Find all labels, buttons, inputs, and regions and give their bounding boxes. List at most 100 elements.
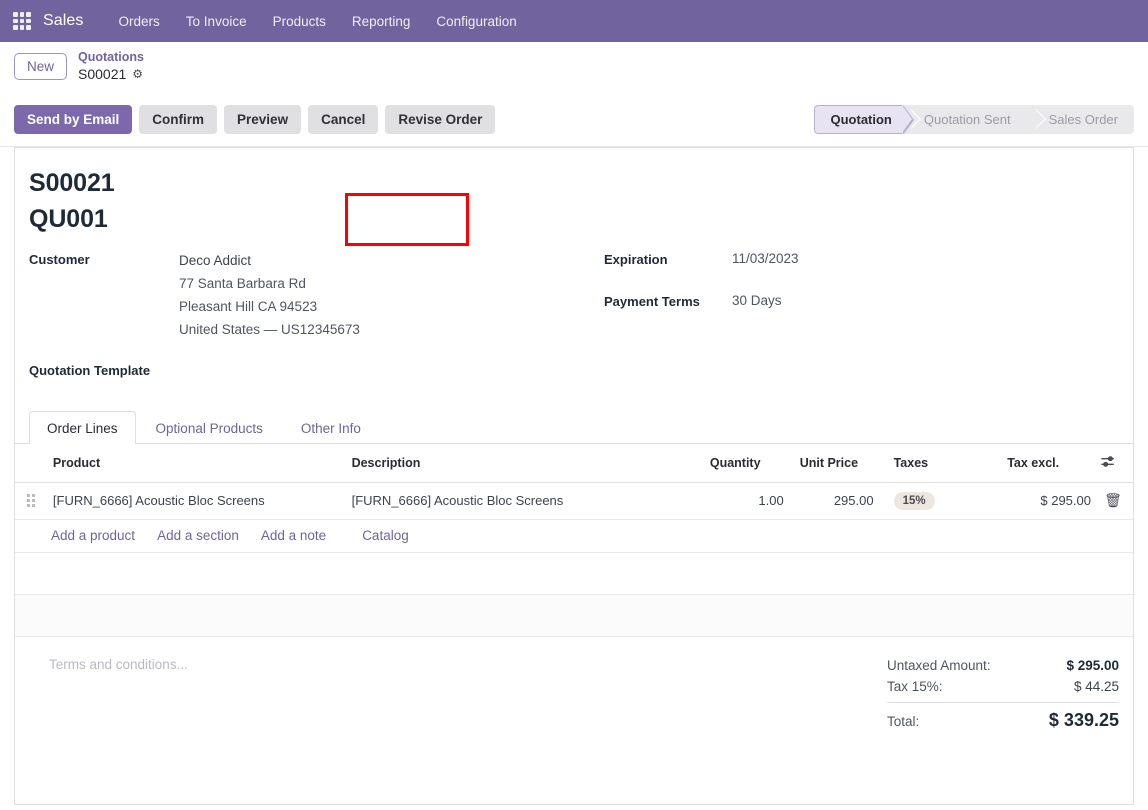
nav-item-configuration[interactable]: Configuration [423, 9, 529, 34]
add-a-section-link[interactable]: Add a section [157, 528, 239, 543]
untaxed-amount-label: Untaxed Amount: [887, 657, 991, 673]
cell-taxes[interactable]: 15% [881, 482, 1000, 520]
col-tax-excl[interactable]: Tax excl. [999, 443, 1099, 483]
row-delete-cell[interactable]: 🗑 [1098, 482, 1133, 520]
empty-cell [15, 552, 1133, 595]
send-by-email-button[interactable]: Send by Email [14, 104, 133, 134]
empty-filler-row [15, 552, 1133, 595]
trash-icon[interactable]: 🗑 [1104, 492, 1122, 508]
cell-description[interactable]: [FURN_6666] Acoustic Bloc Screens [343, 482, 702, 520]
total-label: Total: [887, 713, 920, 729]
form-column-right: Expiration 11/03/2023 Payment Terms 30 D… [604, 251, 1119, 389]
terms-and-conditions-input[interactable]: Terms and conditions... [29, 655, 188, 672]
status-bar: Quotation Quotation Sent Sales Order [813, 104, 1134, 134]
sheet-wrapper: S00021 QU001 Customer Deco Addict 77 San… [0, 147, 1148, 805]
status-quotation-sent-label: Quotation Sent [923, 111, 1011, 127]
quotation-template-label: Quotation Template [29, 362, 151, 378]
customer-address-line-1: 77 Santa Barbara Rd [179, 275, 306, 291]
order-lines-table: Product Description Quantity Unit Price … [15, 443, 1133, 637]
drag-handle-icon[interactable] [27, 494, 45, 508]
total-untaxed-amount: Untaxed Amount: $ 295.00 [887, 655, 1119, 676]
form-column-left: Customer Deco Addict 77 Santa Barbara Rd… [29, 251, 604, 389]
customer-label: Customer [29, 252, 90, 267]
col-description[interactable]: Description [343, 443, 702, 483]
order-lines-body: [FURN_6666] Acoustic Bloc Screens [FURN_… [15, 482, 1133, 637]
breadcrumb-current-label: S00021 [78, 65, 127, 82]
total-grand: Total: $ 339.25 [887, 701, 1119, 734]
status-quotation[interactable]: Quotation [813, 104, 914, 134]
page-title: S00021 QU001 [29, 166, 1119, 237]
nav-item-products[interactable]: Products [260, 9, 339, 34]
control-panel: Send by Email Confirm Preview Cancel Rev… [0, 92, 1148, 246]
expiration-label: Expiration [604, 252, 668, 267]
tax-label[interactable]: Tax 15%: [887, 679, 943, 694]
revise-order-button[interactable]: Revise Order [385, 104, 496, 134]
apps-grid-icon[interactable] [13, 12, 31, 30]
adder-cell: Add a product Add a section Add a note C… [15, 519, 1133, 553]
nav-item-to-invoice[interactable]: To Invoice [173, 9, 260, 34]
col-taxes[interactable]: Taxes [881, 443, 1000, 483]
empty-cell [15, 594, 1133, 637]
notebook: Order Lines Optional Products Other Info… [15, 410, 1133, 637]
add-a-note-link[interactable]: Add a note [261, 528, 326, 543]
breadcrumb-row: New Quotations S00021 ⚙ [0, 42, 1148, 92]
status-sales-order[interactable]: Sales Order [1027, 105, 1134, 134]
payment-terms-value[interactable]: 30 Days [732, 293, 782, 308]
cell-unit-price[interactable]: 295.00 [791, 482, 882, 520]
confirm-button[interactable]: Confirm [139, 104, 218, 134]
tab-order-lines[interactable]: Order Lines [29, 410, 136, 444]
status-sales-order-label: Sales Order [1048, 111, 1118, 127]
record-sheet: S00021 QU001 Customer Deco Addict 77 San… [14, 147, 1134, 805]
app-brand-sales[interactable]: Sales [43, 12, 84, 30]
cell-product[interactable]: [FURN_6666] Acoustic Bloc Screens [44, 482, 344, 520]
form-columns: Customer Deco Addict 77 Santa Barbara Rd… [29, 251, 1119, 389]
breadcrumb-parent-quotations[interactable]: Quotations [78, 50, 144, 66]
tax-value: $ 44.25 [1073, 678, 1119, 694]
status-badge: 15% [893, 491, 935, 510]
nav-item-reporting[interactable]: Reporting [339, 9, 424, 34]
expiration-value[interactable]: 11/03/2023 [732, 251, 799, 266]
catalog-link[interactable]: Catalog [362, 528, 409, 543]
gear-icon[interactable]: ⚙ [132, 68, 143, 80]
col-handle [15, 443, 45, 483]
new-record-button[interactable]: New [14, 53, 68, 80]
tab-optional-products[interactable]: Optional Products [138, 411, 281, 444]
table-row[interactable]: [FURN_6666] Acoustic Bloc Screens [FURN_… [15, 482, 1133, 520]
empty-filler-row [15, 594, 1133, 637]
totals-block: Untaxed Amount: $ 295.00 Tax 15%: $ 44.2… [887, 655, 1119, 734]
col-unit-price[interactable]: Unit Price [791, 443, 882, 483]
preview-button[interactable]: Preview [224, 104, 302, 134]
add-a-product-link[interactable]: Add a product [51, 528, 135, 543]
total-value: $ 339.25 [1048, 709, 1119, 730]
field-payment-terms: Payment Terms 30 Days [604, 293, 1119, 309]
nav-item-orders[interactable]: Orders [106, 9, 173, 34]
field-customer: Customer Deco Addict 77 Santa Barbara Rd… [29, 251, 604, 342]
row-drag-handle-cell[interactable] [15, 482, 45, 520]
cell-quantity[interactable]: 1.00 [701, 482, 792, 520]
field-quotation-template: Quotation Template [29, 362, 604, 378]
order-lines-adder-row: Add a product Add a section Add a note C… [15, 519, 1133, 553]
breadcrumb-current: S00021 ⚙ [78, 66, 144, 84]
payment-terms-label: Payment Terms [604, 294, 700, 309]
customer-address-line-3: United States — US12345673 [179, 322, 360, 338]
action-button-group: Send by Email Confirm Preview Cancel Rev… [14, 104, 496, 134]
status-arrow-edge [902, 104, 914, 134]
adder-links: Add a product Add a section Add a note C… [23, 528, 1125, 543]
customer-value[interactable]: Deco Addict 77 Santa Barbara Rd Pleasant… [179, 251, 360, 342]
cell-tax-excl: $ 295.00 [999, 482, 1099, 520]
top-navbar: Sales Orders To Invoice Products Reporti… [0, 0, 1148, 42]
status-quotation-sent[interactable]: Quotation Sent [902, 105, 1027, 134]
table-header-row: Product Description Quantity Unit Price … [15, 443, 1133, 483]
customer-address-line-2: Pleasant Hill CA 94523 [179, 299, 318, 315]
breadcrumb: Quotations S00021 ⚙ [78, 50, 144, 83]
untaxed-amount-value: $ 295.00 [1066, 657, 1119, 673]
col-quantity[interactable]: Quantity [701, 443, 792, 483]
cancel-button[interactable]: Cancel [308, 104, 379, 134]
customer-name[interactable]: Deco Addict [179, 251, 360, 272]
column-options-icon[interactable] [1098, 443, 1133, 483]
record-name-line1: S00021 [29, 169, 115, 197]
col-product[interactable]: Product [44, 443, 344, 483]
sheet-footer: Terms and conditions... Untaxed Amount: … [15, 637, 1133, 734]
tab-other-info[interactable]: Other Info [283, 411, 379, 444]
order-lines-header: Product Description Quantity Unit Price … [15, 443, 1133, 483]
